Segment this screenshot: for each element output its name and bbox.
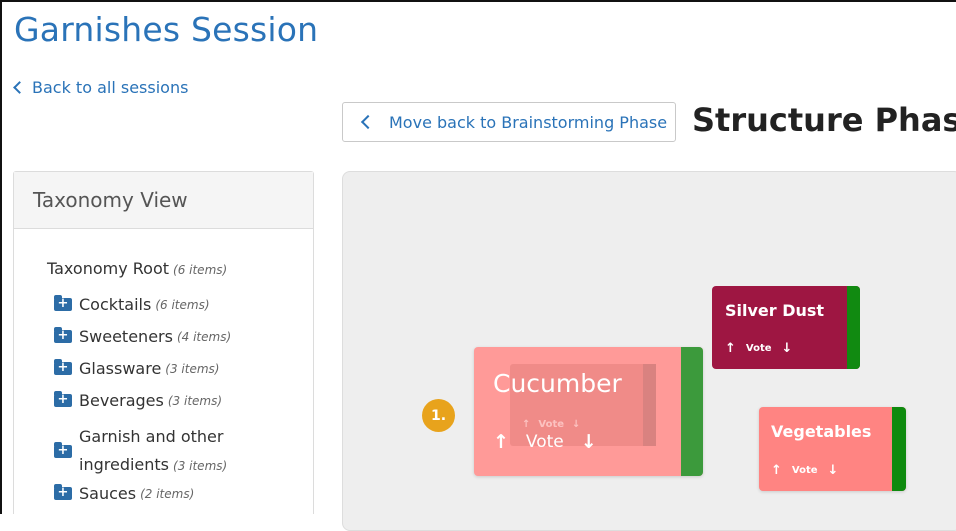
page-title: Garnishes Session	[14, 10, 319, 49]
item-count: (3 items)	[173, 459, 228, 473]
back-to-sessions-link[interactable]: Back to all sessions	[13, 78, 188, 97]
card-vegetables[interactable]: Vegetables ↑ Vote ↓	[759, 407, 906, 491]
item-count: (6 items)	[173, 263, 228, 277]
downvote-arrow-icon[interactable]: ↓	[828, 463, 839, 478]
move-back-label: Move back to Brainstorming Phase	[389, 112, 668, 132]
tax-item-sweeteners[interactable]: Sweeteners(4 items)	[54, 327, 231, 346]
folder-plus-icon	[54, 484, 72, 501]
vote-label: Vote	[525, 432, 564, 452]
vote-label: Vote	[791, 465, 818, 476]
ghost-vote-row: ↑ Vote ↓	[522, 419, 580, 430]
back-to-sessions-label: Back to all sessions	[32, 78, 189, 97]
tax-item-label: Sweeteners	[79, 327, 173, 346]
downvote-arrow-icon[interactable]: ↓	[581, 431, 597, 453]
card-stripe	[847, 286, 860, 369]
card-vote-row: ↑ Vote ↓	[493, 431, 597, 453]
card-title: Cucumber	[493, 369, 622, 398]
tax-item-glassware[interactable]: Glassware(3 items)	[54, 359, 219, 378]
taxonomy-root-label: Taxonomy Root	[47, 259, 170, 278]
ghost-vote-label: Vote	[538, 419, 565, 430]
tax-item-label: Cocktails	[79, 295, 152, 314]
rank-badge: 1.	[422, 399, 455, 432]
move-back-to-brainstorming-button[interactable]: Move back to Brainstorming Phase	[342, 102, 676, 142]
window-border-top	[0, 0, 956, 2]
card-title: Vegetables	[771, 422, 872, 441]
card-vote-row: ↑ Vote ↓	[771, 463, 838, 478]
item-count: (4 items)	[176, 329, 232, 344]
item-count: (6 items)	[155, 297, 210, 312]
tax-item-label-line1: Garnish and other	[79, 427, 224, 446]
downvote-arrow-icon[interactable]: ↓	[782, 341, 793, 356]
taxonomy-panel-header: Taxonomy View	[14, 172, 313, 229]
card-cucumber[interactable]: ↑ Vote ↓ Cucumber ↑ Vote ↓	[474, 347, 703, 476]
card-stripe	[681, 347, 703, 476]
upvote-arrow-icon[interactable]: ↑	[493, 431, 509, 453]
item-count: (2 items)	[140, 486, 195, 501]
folder-plus-icon	[54, 327, 72, 344]
upvote-arrow-icon[interactable]: ↑	[771, 463, 782, 478]
tax-item-beverages[interactable]: Beverages(3 items)	[54, 391, 222, 410]
tax-item-label: Beverages	[79, 391, 164, 410]
tax-item-label: Sauces	[79, 484, 137, 503]
tax-item-sauces[interactable]: Sauces(2 items)	[54, 484, 194, 503]
tax-item-label: Glassware	[79, 359, 162, 378]
card-title: Silver Dust	[725, 301, 825, 320]
tax-item-cocktails[interactable]: Cocktails(6 items)	[54, 295, 210, 314]
window-border-left	[0, 0, 2, 514]
chevron-left-icon	[360, 114, 376, 130]
taxonomy-root[interactable]: Taxonomy Root (6 items)	[47, 259, 227, 278]
card-stripe	[892, 407, 906, 491]
tax-item-garnish-and-other-ingredients[interactable]: Garnish and other ingredients(3 items)	[54, 423, 227, 480]
folder-plus-icon	[54, 295, 72, 312]
card-vote-row: ↑ Vote ↓	[725, 341, 792, 356]
folder-plus-icon	[54, 442, 72, 459]
folder-plus-icon	[54, 391, 72, 408]
item-count: (3 items)	[167, 393, 223, 408]
taxonomy-panel: Taxonomy View Taxonomy Root(6 items) Coc…	[13, 171, 314, 514]
folder-plus-icon	[54, 359, 72, 376]
tax-item-label-line2: ingredients	[79, 455, 170, 474]
upvote-arrow-icon[interactable]: ↑	[725, 341, 736, 356]
item-count: (3 items)	[165, 361, 220, 376]
upvote-arrow-icon: ↑	[522, 419, 531, 430]
phase-title: Structure Phase	[692, 101, 956, 139]
ghost-card-stripe	[643, 364, 656, 446]
card-silver-dust[interactable]: Silver Dust ↑ Vote ↓	[712, 286, 860, 369]
chevron-left-icon	[13, 81, 26, 94]
vote-label: Vote	[745, 343, 772, 354]
downvote-arrow-icon: ↓	[572, 419, 581, 430]
